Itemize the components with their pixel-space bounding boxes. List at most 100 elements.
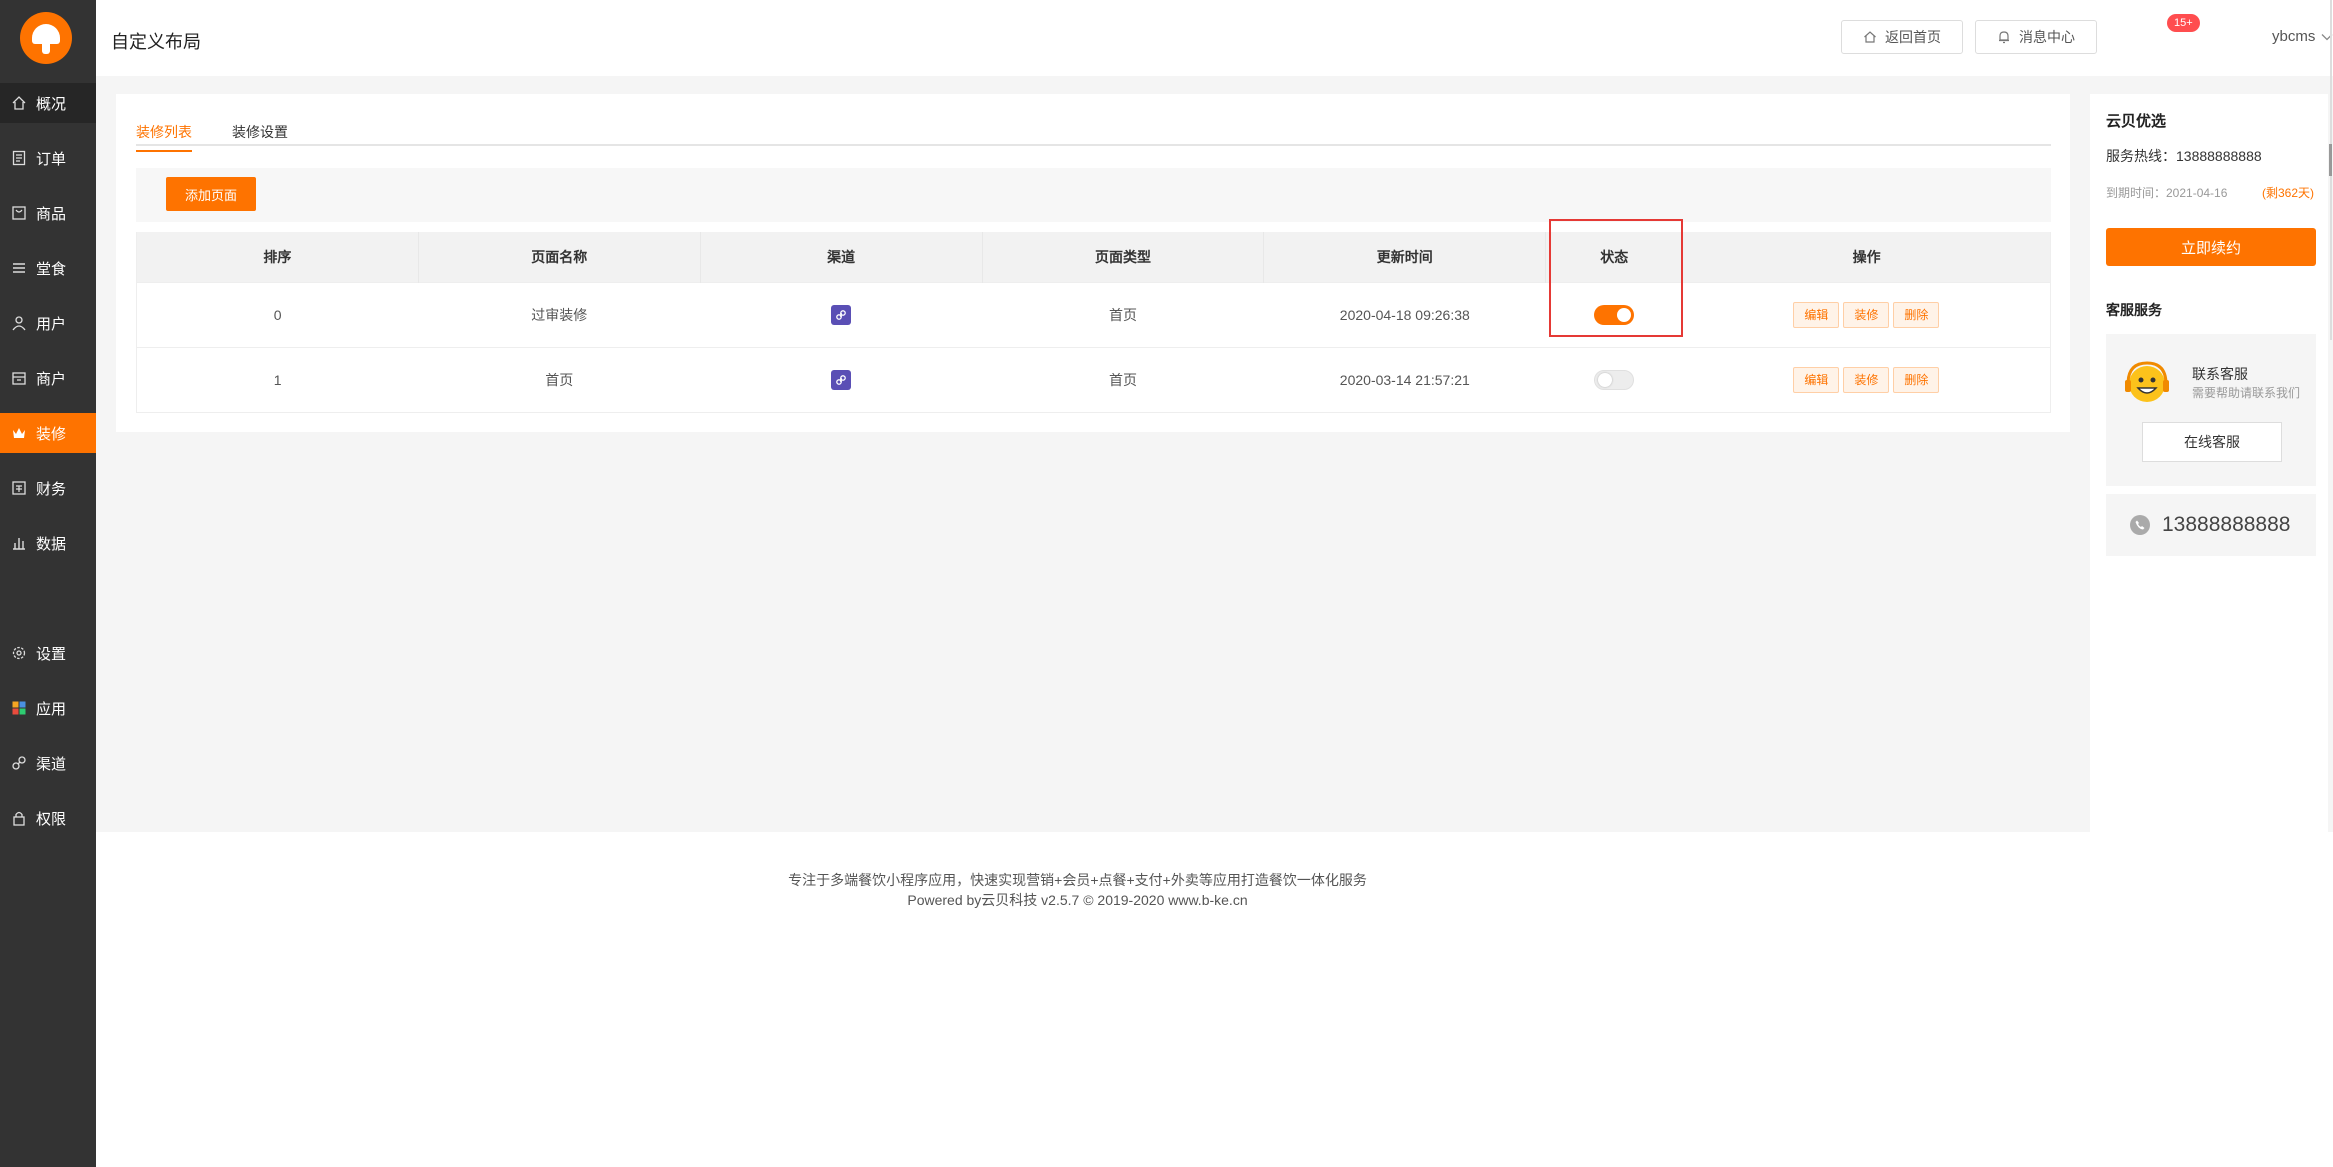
online-service-button[interactable]: 在线客服 (2142, 422, 2282, 462)
sidebar-item-decoration[interactable]: 装修 (0, 413, 96, 453)
sidebar-item-goods[interactable]: 商品 (0, 193, 96, 233)
column-header-name: 页面名称 (418, 232, 701, 282)
add-page-button[interactable]: 添加页面 (166, 177, 256, 211)
column-header-channel: 渠道 (700, 232, 983, 282)
back-home-label: 返回首页 (1885, 29, 1941, 45)
message-center-label: 消息中心 (2019, 29, 2075, 45)
sidebar-item-label: 订单 (36, 150, 67, 168)
main-card: 装修列表 装修设置 添加页面 排序 页面名称 渠道 页面类型 更新时间 状态 操… (116, 94, 2070, 432)
sidebar-item-label: 权限 (36, 810, 67, 828)
phone-icon (2130, 515, 2150, 535)
toolbar: 添加页面 (136, 168, 2051, 222)
right-panel: 云贝优选 服务热线：13888888888 到期时间：2021-04-16 (剩… (2090, 94, 2328, 834)
cell-type: 首页 (982, 346, 1264, 413)
status-toggle[interactable] (1594, 369, 1635, 390)
mini-program-icon (831, 369, 852, 390)
panel-title: 云贝优选 (2106, 113, 2167, 130)
sidebar-item-orders[interactable]: 订单 (0, 138, 96, 178)
mini-program-icon (831, 304, 852, 325)
scrollbar-thumb[interactable] (2329, 144, 2332, 176)
sidebar-item-label: 用户 (36, 315, 67, 333)
pages-table: 排序 页面名称 渠道 页面类型 更新时间 状态 操作 0 过审装修 首页 202… (136, 232, 2051, 413)
sidebar-item-label: 装修 (36, 425, 67, 443)
link-icon (10, 754, 28, 772)
tab-decoration-settings[interactable]: 装修设置 (232, 122, 288, 150)
cell-order: 1 (136, 346, 419, 413)
edit-button[interactable]: 编辑 (1793, 301, 1840, 328)
footer-slogan: 专注于多端餐饮小程序应用，快速实现营销+会员+点餐+支付+外卖等应用打造餐饮一体… (788, 872, 1367, 888)
sidebar-item-overview[interactable]: 概况 (0, 83, 96, 123)
footer-copyright: Powered by云贝科技 v2.5.7 © 2019-2020 www.b-… (907, 892, 1248, 908)
expire-date: 到期时间：2021-04-16 (2106, 186, 2228, 200)
sidebar-item-label: 设置 (36, 645, 67, 663)
sidebar-item-merchants[interactable]: 商户 (0, 358, 96, 398)
sidebar-item-users[interactable]: 用户 (0, 303, 96, 343)
goods-icon (10, 204, 28, 222)
sidebar: 概况 订单 商品 堂食 用户 商户 装修 财务 数据 设置 应用 渠道 权限 (0, 0, 96, 1167)
bell-icon (1999, 31, 2009, 44)
service-section-title: 客服服务 (2106, 302, 2162, 318)
delete-button[interactable]: 删除 (1893, 366, 1940, 393)
apps-icon (10, 699, 28, 717)
cell-channel (700, 281, 983, 347)
message-center-button[interactable]: 消息中心 (1975, 20, 2097, 54)
cell-actions: 编辑 装修 删除 (1682, 346, 2051, 413)
cell-updated: 2020-03-14 21:57:21 (1263, 346, 1546, 413)
column-header-actions: 操作 (1682, 232, 2051, 282)
phone-number: 13888888888 (2162, 513, 2291, 536)
service-hotline: 服务热线：13888888888 (2106, 148, 2262, 164)
logo[interactable] (20, 12, 72, 64)
user-menu[interactable]: ybcms (2272, 28, 2333, 45)
decorate-button[interactable]: 装修 (1843, 301, 1890, 328)
service-name: 联系客服 (2192, 366, 2248, 382)
renew-button[interactable]: 立即续约 (2106, 228, 2316, 266)
table-row: 0 过审装修 首页 2020-04-18 09:26:38 编辑 装修 删除 (136, 281, 2051, 347)
sidebar-item-channels[interactable]: 渠道 (0, 743, 96, 783)
sidebar-item-dine-in[interactable]: 堂食 (0, 248, 96, 288)
cell-order: 0 (136, 281, 419, 347)
back-home-button[interactable]: 返回首页 (1841, 20, 1963, 54)
cell-name: 首页 (418, 346, 701, 413)
sidebar-item-label: 商品 (36, 205, 67, 223)
sidebar-item-label: 堂食 (36, 260, 67, 278)
sidebar-item-label: 渠道 (36, 755, 67, 773)
finance-icon (10, 479, 28, 497)
sidebar-item-permissions[interactable]: 权限 (0, 798, 96, 838)
sidebar-item-label: 商户 (36, 370, 67, 388)
column-header-updated: 更新时间 (1263, 232, 1547, 282)
days-remaining: (剩362天) (2262, 186, 2315, 200)
decorate-button[interactable]: 装修 (1843, 366, 1890, 393)
message-badge: 15+ (2167, 14, 2200, 32)
sidebar-item-label: 应用 (36, 700, 67, 718)
chart-icon (10, 534, 28, 552)
sidebar-item-label: 数据 (36, 535, 67, 553)
cell-name: 过审装修 (418, 281, 701, 347)
customer-service-box: 联系客服 需要帮助请联系我们 在线客服 (2106, 334, 2316, 486)
sidebar-item-data[interactable]: 数据 (0, 523, 96, 563)
cell-type: 首页 (982, 281, 1264, 347)
top-header: 自定义布局 返回首页 消息中心 15+ ybcms (96, 0, 2333, 76)
cell-channel (700, 346, 983, 413)
phone-box: 13888888888 (2106, 494, 2316, 556)
gear-icon (10, 644, 28, 662)
sidebar-item-label: 概况 (36, 95, 67, 113)
sidebar-item-apps[interactable]: 应用 (0, 688, 96, 728)
service-subtitle: 需要帮助请联系我们 (2192, 386, 2301, 400)
cell-updated: 2020-04-18 09:26:38 (1263, 281, 1546, 347)
home-icon (1864, 31, 1876, 43)
customer-service-avatar-icon (2125, 361, 2169, 402)
edit-button[interactable]: 编辑 (1793, 366, 1840, 393)
sidebar-item-finance[interactable]: 财务 (0, 468, 96, 508)
delete-button[interactable]: 删除 (1893, 301, 1940, 328)
user-icon (10, 314, 28, 332)
shop-icon (10, 369, 28, 387)
order-icon (10, 149, 28, 167)
cell-actions: 编辑 装修 删除 (1682, 281, 2051, 347)
footer: 专注于多端餐饮小程序应用，快速实现营销+会员+点餐+支付+外卖等应用打造餐饮一体… (96, 832, 2333, 1167)
highlight-box (1549, 219, 1683, 337)
crown-icon (10, 424, 28, 442)
cell-status (1545, 346, 1683, 413)
tab-decoration-list[interactable]: 装修列表 (136, 122, 192, 152)
sidebar-item-settings[interactable]: 设置 (0, 633, 96, 673)
page-title: 自定义布局 (111, 32, 201, 52)
